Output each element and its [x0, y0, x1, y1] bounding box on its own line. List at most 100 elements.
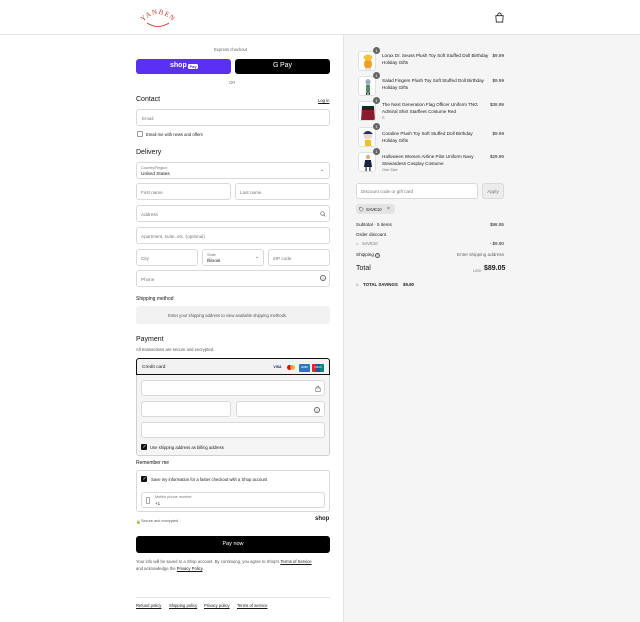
- remove-code-icon[interactable]: ×: [387, 206, 390, 212]
- item-variant: One Size: [382, 168, 398, 172]
- cart-bag-icon[interactable]: [494, 12, 505, 23]
- chevron-down-icon: ⌄: [320, 167, 325, 173]
- last-name-placeholder: Last name: [240, 189, 262, 195]
- apartment-placeholder: Apartment, suite, etc. (optional): [141, 233, 205, 239]
- state-value: Illinois: [207, 258, 221, 264]
- delivery-title: Delivery: [136, 149, 162, 156]
- email-field[interactable]: Email: [136, 109, 330, 126]
- quantity-badge: 1: [373, 72, 380, 79]
- remember-title: Remember me: [136, 460, 170, 466]
- discount-code-label: SAVE10: [362, 241, 378, 246]
- shipping-notice: Enter your shipping address to view avai…: [168, 312, 288, 318]
- product-image: [358, 152, 376, 172]
- payment-title: Payment: [136, 336, 164, 343]
- last-name-field[interactable]: Last name: [235, 183, 330, 200]
- security-code-field[interactable]: ?: [236, 401, 325, 417]
- help-icon[interactable]: ?: [375, 252, 380, 258]
- unionpay-icon: UNION: [312, 363, 324, 372]
- footer-divider: [136, 597, 330, 598]
- first-name-field[interactable]: First name: [136, 183, 231, 200]
- pay-now-button[interactable]: Pay now: [136, 536, 330, 553]
- city-field[interactable]: City: [136, 249, 198, 266]
- quantity-badge: 1: [373, 47, 380, 54]
- google-g-icon: G: [273, 62, 279, 69]
- item-variant: S: [382, 116, 385, 120]
- apply-button[interactable]: Apply: [482, 183, 504, 199]
- header: YANBEN: [0, 0, 640, 35]
- product-image: [358, 76, 376, 96]
- expiry-field[interactable]: [141, 401, 231, 417]
- billing-label: Use shipping address as billing address: [150, 444, 224, 450]
- discount-placeholder: Discount code or gift card: [361, 189, 414, 194]
- google-pay-button[interactable]: G Pay: [235, 59, 330, 74]
- gpay-label: Pay: [280, 62, 293, 69]
- total-label: Total: [356, 265, 371, 272]
- mastercard-icon: [286, 364, 296, 371]
- credit-card-option[interactable]: Credit card VISA AMEX UNION: [136, 358, 330, 375]
- shipping-method-title: Shipping method: [136, 296, 174, 302]
- state-label: State: [207, 252, 216, 257]
- terms-of-service-link[interactable]: Terms of service: [237, 603, 267, 608]
- shop-logo: shop: [315, 516, 330, 522]
- privacy-link[interactable]: Privacy Policy: [177, 566, 203, 571]
- phone-field[interactable]: Phone ?: [136, 270, 330, 287]
- apply-label: Apply: [487, 189, 499, 194]
- state-select[interactable]: State Illinois ⌄: [202, 249, 264, 266]
- mobile-value: +1: [155, 500, 161, 506]
- quantity-badge: 1: [373, 148, 380, 155]
- login-link[interactable]: Log in: [318, 98, 329, 103]
- lock-icon: [315, 385, 321, 392]
- item-price: $29.99: [489, 154, 504, 159]
- help-icon[interactable]: ?: [320, 275, 326, 281]
- mobile-label: Mobile phone number: [155, 495, 192, 499]
- billing-checkbox[interactable]: [141, 444, 147, 450]
- country-select[interactable]: Country/Region United States ⌄: [136, 162, 330, 179]
- card-number-field[interactable]: [141, 380, 325, 396]
- quantity-badge: 1: [373, 123, 380, 130]
- shop-pay-button[interactable]: shop Pay: [136, 59, 231, 74]
- country-label: Country/Region: [141, 165, 168, 170]
- refund-policy-link[interactable]: Refund policy: [136, 603, 161, 608]
- item-price: $9.99: [492, 78, 505, 83]
- pay-now-label: Pay now: [222, 541, 244, 547]
- applied-code-tag: SAVE10 ×: [356, 204, 395, 214]
- brand-logo[interactable]: YANBEN: [138, 6, 178, 28]
- shop-pay-label: shop: [170, 62, 187, 69]
- tag-icon: [359, 206, 364, 212]
- item-price: $9.99: [492, 53, 505, 58]
- name-on-card-field[interactable]: [141, 422, 325, 438]
- save-info-label: Save my information for a faster checkou…: [151, 476, 268, 482]
- order-summary-panel: [343, 35, 640, 622]
- product-image: [358, 51, 376, 71]
- phone-placeholder: Phone: [141, 276, 155, 282]
- chevron-down-icon: ⌄: [255, 254, 260, 260]
- tag-icon: ⌂: [356, 241, 359, 246]
- or-divider: OR: [229, 80, 236, 85]
- shop-pay-badge: Pay: [188, 63, 199, 69]
- help-icon[interactable]: ?: [314, 406, 320, 413]
- amex-icon: AMEX: [299, 363, 310, 372]
- email-placeholder: Email: [142, 115, 154, 121]
- zip-field[interactable]: ZIP code: [268, 249, 330, 266]
- terms-link[interactable]: Terms of Service: [280, 559, 311, 564]
- total-value: $89.05: [484, 265, 506, 272]
- product-image: [358, 101, 376, 121]
- subtotal-value: $98.95: [489, 222, 504, 227]
- save-info-checkbox[interactable]: [141, 476, 147, 482]
- mobile-phone-field[interactable]: Mobile phone number +1: [141, 492, 325, 508]
- news-checkbox[interactable]: [137, 131, 143, 137]
- svg-text:YANBEN: YANBEN: [139, 8, 177, 23]
- subtotal-label: Subtotal · 5 items: [356, 222, 392, 227]
- city-placeholder: City: [141, 255, 149, 261]
- address-field[interactable]: Address: [136, 205, 330, 222]
- mobile-icon: [146, 497, 150, 504]
- discount-field[interactable]: Discount code or gift card: [356, 183, 478, 199]
- savings-value: $9.90: [403, 282, 414, 287]
- express-checkout-label: Express checkout: [214, 47, 248, 52]
- shipping-notice-box: Enter your shipping address to view avai…: [136, 306, 330, 324]
- shipping-policy-link[interactable]: Shipping policy: [169, 603, 197, 608]
- apartment-field[interactable]: Apartment, suite, etc. (optional): [136, 227, 330, 244]
- item-price: $38.99: [489, 102, 504, 107]
- privacy-policy-link[interactable]: Privacy policy: [204, 603, 230, 608]
- visa-icon: VISA: [273, 365, 282, 369]
